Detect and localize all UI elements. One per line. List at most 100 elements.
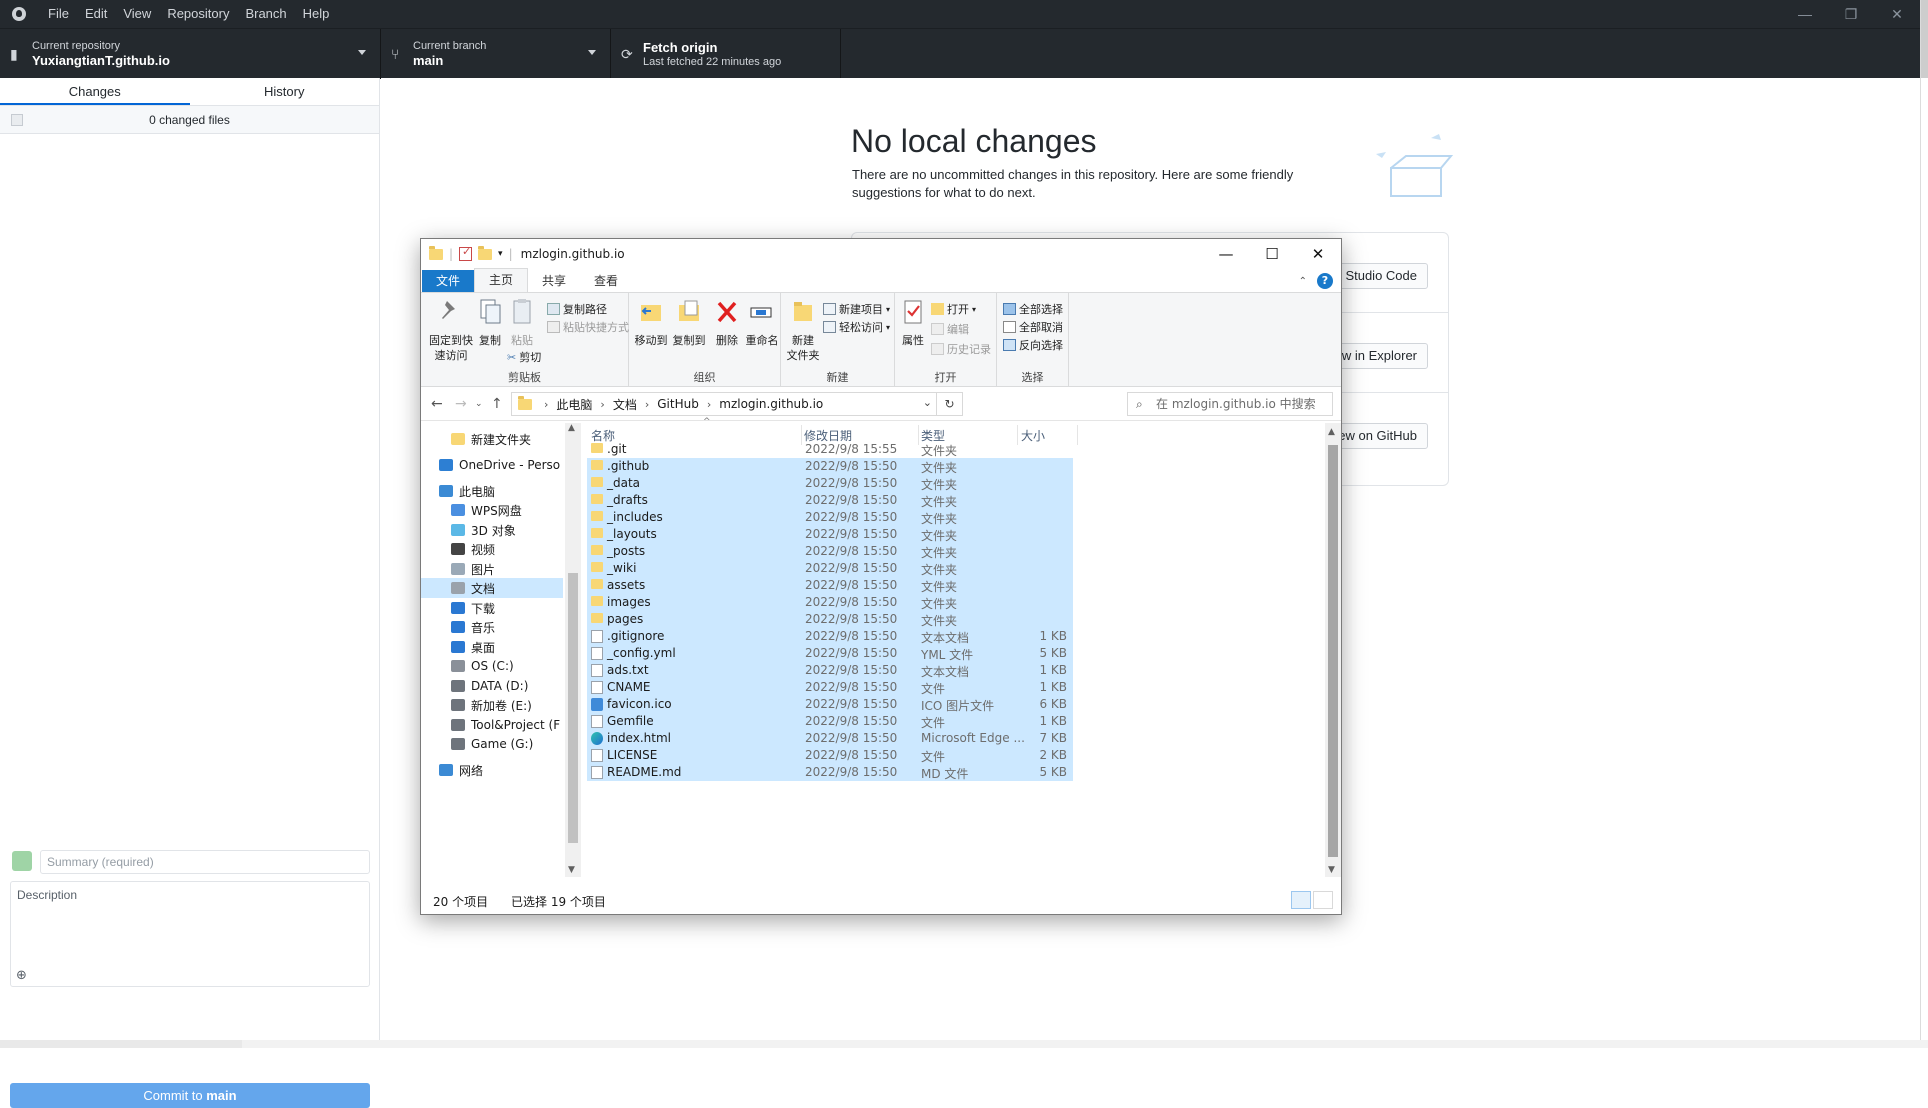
breadcrumb-documents[interactable]: 文档 bbox=[613, 396, 637, 413]
scrollbar-thumb[interactable] bbox=[242, 1040, 1928, 1048]
tab-changes[interactable]: Changes bbox=[0, 78, 190, 105]
tree-item[interactable]: 3D 对象 bbox=[421, 520, 563, 540]
up-icon[interactable]: ↑ bbox=[491, 396, 503, 412]
tree-item[interactable]: 此电脑 bbox=[421, 481, 563, 501]
copy-to-button[interactable]: 复制到 bbox=[671, 297, 707, 348]
copy-path-button[interactable]: 复制路径 bbox=[547, 301, 607, 317]
file-row[interactable]: LICENSE 2022/9/8 15:50 文件 2 KB bbox=[587, 747, 1073, 764]
tree-item[interactable]: 图片 bbox=[421, 559, 563, 579]
edit-button[interactable]: 编辑 bbox=[931, 321, 969, 337]
address-bar[interactable]: › 此电脑 › 文档 › GitHub › mzlogin.github.io … bbox=[511, 392, 963, 416]
open-button[interactable]: 打开 ▾ bbox=[931, 301, 976, 317]
file-row[interactable]: assets 2022/9/8 15:50 文件夹 bbox=[587, 577, 1073, 594]
help-icon[interactable]: ? bbox=[1317, 273, 1333, 289]
tree-item[interactable]: 下载 bbox=[421, 598, 563, 618]
copy-button[interactable]: 复制 bbox=[475, 297, 505, 348]
minimize-button[interactable]: — bbox=[1782, 0, 1828, 28]
large-icons-view-button[interactable] bbox=[1313, 891, 1333, 909]
file-row[interactable]: favicon.ico 2022/9/8 15:50 ICO 图片文件 6 KB bbox=[587, 696, 1073, 713]
rename-button[interactable]: 重命名 bbox=[745, 297, 779, 348]
file-list-scrollbar[interactable]: ▲ ▼ bbox=[1325, 423, 1341, 877]
tree-item[interactable]: 新建文件夹 bbox=[421, 429, 563, 449]
file-row[interactable]: .github 2022/9/8 15:50 文件夹 bbox=[587, 458, 1073, 475]
file-row[interactable]: .git 2022/9/8 15:55 文件夹 bbox=[587, 441, 1073, 458]
breadcrumb-repo[interactable]: mzlogin.github.io bbox=[719, 397, 823, 411]
tab-view[interactable]: 查看 bbox=[580, 270, 632, 292]
show-in-explorer-button[interactable]: w in Explorer bbox=[1330, 343, 1428, 369]
scrollbar-thumb[interactable] bbox=[568, 573, 578, 843]
file-row[interactable]: _config.yml 2022/9/8 15:50 YML 文件 5 KB bbox=[587, 645, 1073, 662]
paste-shortcut-button[interactable]: 粘贴快捷方式 bbox=[547, 319, 629, 335]
cut-button[interactable]: ✂ 剪切 bbox=[507, 349, 541, 365]
menu-file[interactable]: File bbox=[40, 0, 77, 28]
menu-view[interactable]: View bbox=[115, 0, 159, 28]
tree-item[interactable]: Tool&Project (F bbox=[421, 715, 563, 735]
new-item-button[interactable]: 新建项目 ▾ bbox=[823, 301, 890, 317]
delete-button[interactable]: 删除 bbox=[713, 297, 741, 348]
commit-button[interactable]: Commit to main bbox=[10, 1083, 370, 1108]
details-view-button[interactable] bbox=[1291, 891, 1311, 909]
forward-icon[interactable]: → bbox=[455, 396, 467, 412]
file-row[interactable]: Gemfile 2022/9/8 15:50 文件 1 KB bbox=[587, 713, 1073, 730]
tree-item[interactable]: Game (G:) bbox=[421, 734, 563, 754]
refresh-icon[interactable]: ↻ bbox=[936, 393, 962, 415]
collapse-ribbon-icon[interactable]: ⌃ bbox=[1299, 276, 1307, 287]
file-row[interactable]: ads.txt 2022/9/8 15:50 文本文档 1 KB bbox=[587, 662, 1073, 679]
back-icon[interactable]: ← bbox=[431, 396, 443, 412]
new-folder-button[interactable]: 新建 文件夹 bbox=[785, 297, 821, 363]
tree-item[interactable]: 网络 bbox=[421, 760, 563, 780]
add-coauthor-icon[interactable]: ⊕ bbox=[16, 967, 27, 983]
fetch-origin-button[interactable]: ⟳ Fetch origin Last fetched 22 minutes a… bbox=[611, 29, 841, 79]
breadcrumb-github[interactable]: GitHub bbox=[657, 397, 699, 411]
breadcrumb-this-pc[interactable]: 此电脑 bbox=[556, 396, 592, 413]
scroll-up-icon[interactable]: ▲ bbox=[1328, 427, 1335, 437]
file-row[interactable]: images 2022/9/8 15:50 文件夹 bbox=[587, 594, 1073, 611]
tab-home[interactable]: 主页 bbox=[474, 268, 529, 292]
paste-button[interactable]: 粘贴 bbox=[507, 297, 537, 348]
invert-selection-button[interactable]: 反向选择 bbox=[1003, 337, 1063, 353]
file-row[interactable]: .gitignore 2022/9/8 15:50 文本文档 1 KB bbox=[587, 628, 1073, 645]
easy-access-button[interactable]: 轻松访问 ▾ bbox=[823, 319, 890, 335]
current-branch-button[interactable]: ⑂ Current branch main bbox=[381, 29, 611, 79]
maximize-button[interactable]: ❐ bbox=[1828, 0, 1874, 28]
qat-dropdown-icon[interactable]: ▾ bbox=[498, 249, 503, 259]
file-row[interactable]: pages 2022/9/8 15:50 文件夹 bbox=[587, 611, 1073, 628]
chevron-down-icon[interactable]: ⌄ bbox=[923, 396, 932, 409]
open-editor-button[interactable]: Studio Code bbox=[1334, 263, 1428, 289]
scroll-down-icon[interactable]: ▼ bbox=[568, 865, 575, 875]
tree-item[interactable]: 桌面 bbox=[421, 637, 563, 657]
search-input[interactable]: ⌕ 在 mzlogin.github.io 中搜索 bbox=[1127, 392, 1333, 416]
tree-item[interactable]: 音乐 bbox=[421, 617, 563, 637]
tree-item[interactable]: OS (C:) bbox=[421, 656, 563, 676]
tree-item[interactable]: 新加卷 (E:) bbox=[421, 695, 563, 715]
vertical-scrollbar[interactable] bbox=[1920, 0, 1928, 1040]
tree-item[interactable]: DATA (D:) bbox=[421, 676, 563, 696]
file-row[interactable]: _wiki 2022/9/8 15:50 文件夹 bbox=[587, 560, 1073, 577]
recent-locations-icon[interactable]: ⌄ bbox=[475, 399, 483, 409]
tab-history[interactable]: History bbox=[190, 78, 380, 105]
tree-item[interactable]: 文档 bbox=[421, 578, 563, 598]
close-button[interactable]: ✕ bbox=[1874, 0, 1920, 28]
file-row[interactable]: _includes 2022/9/8 15:50 文件夹 bbox=[587, 509, 1073, 526]
description-input[interactable]: Description bbox=[10, 881, 370, 987]
menu-help[interactable]: Help bbox=[295, 0, 338, 28]
pin-quick-access-button[interactable]: 固定到快 速访问 bbox=[425, 297, 477, 363]
move-to-button[interactable]: 移动到 bbox=[633, 297, 669, 348]
file-row[interactable]: index.html 2022/9/8 15:50 Microsoft Edge .… bbox=[587, 730, 1073, 747]
select-all-checkbox[interactable] bbox=[11, 114, 23, 126]
tree-item[interactable]: 视频 bbox=[421, 539, 563, 559]
file-row[interactable]: _layouts 2022/9/8 15:50 文件夹 bbox=[587, 526, 1073, 543]
minimize-button[interactable]: — bbox=[1203, 239, 1249, 269]
current-repository-button[interactable]: ▮ Current repository YuxiangtianT.github… bbox=[0, 29, 381, 79]
select-none-button[interactable]: 全部取消 bbox=[1003, 319, 1063, 335]
tab-share[interactable]: 共享 bbox=[528, 270, 580, 292]
scrollbar-thumb[interactable] bbox=[1328, 445, 1338, 857]
scroll-down-icon[interactable]: ▼ bbox=[1328, 865, 1335, 875]
file-row[interactable]: CNAME 2022/9/8 15:50 文件 1 KB bbox=[587, 679, 1073, 696]
menu-edit[interactable]: Edit bbox=[77, 0, 115, 28]
properties-icon[interactable] bbox=[459, 245, 473, 261]
scrollbar-thumb[interactable] bbox=[1921, 0, 1928, 78]
horizontal-scrollbar[interactable] bbox=[0, 1040, 1928, 1048]
new-folder-icon[interactable] bbox=[478, 245, 493, 260]
tree-item[interactable]: OneDrive - Perso bbox=[421, 455, 563, 475]
